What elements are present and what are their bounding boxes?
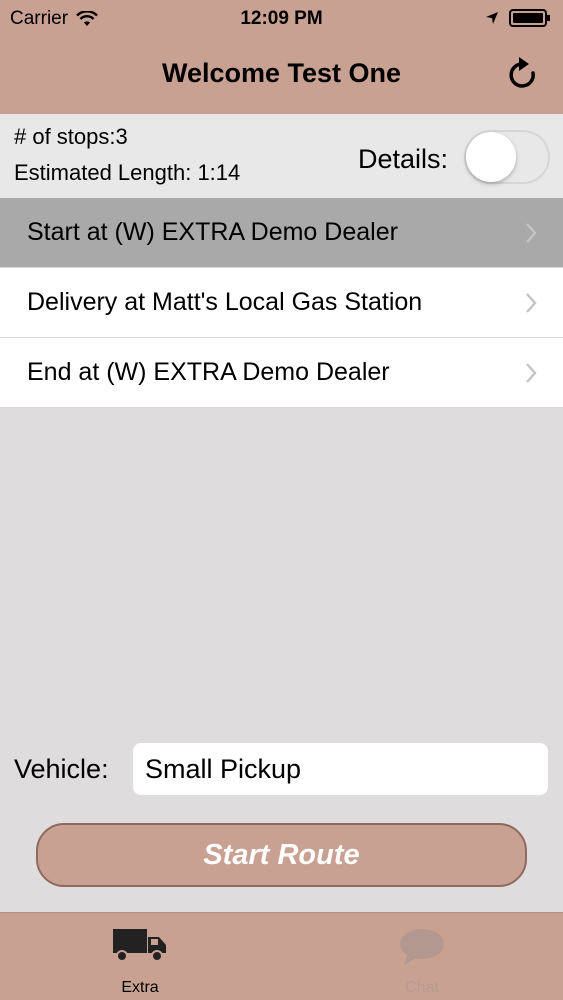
tab-extra[interactable]: Extra: [70, 913, 210, 1000]
status-bar: Carrier 12:09 PM: [0, 0, 563, 38]
refresh-icon[interactable]: [505, 55, 541, 95]
page-title: Welcome Test One: [161, 58, 402, 88]
stops-list: Start at (W) EXTRA Demo Dealer Delivery …: [0, 198, 563, 408]
stop-label: Start at (W) EXTRA Demo Dealer: [27, 218, 398, 246]
header: Carrier 12:09 PM Welcome Test One: [0, 0, 563, 114]
chevron-right-icon: [526, 363, 537, 383]
stop-label: End at (W) EXTRA Demo Dealer: [27, 358, 390, 386]
details-label: Details:: [358, 144, 449, 174]
toggle-knob: [466, 132, 516, 182]
tab-bar: Extra Chat: [0, 912, 563, 1000]
tab-label: Extra: [121, 979, 159, 996]
chat-bubble-icon: [400, 929, 444, 965]
stop-row-delivery[interactable]: Delivery at Matt's Local Gas Station: [0, 268, 563, 338]
truck-icon: [113, 929, 166, 962]
start-route-button[interactable]: Start Route: [36, 823, 527, 887]
vehicle-field[interactable]: [133, 743, 548, 795]
stop-row-start[interactable]: Start at (W) EXTRA Demo Dealer: [0, 198, 563, 268]
chevron-right-icon: [526, 293, 537, 313]
battery-icon: [509, 9, 550, 27]
tab-chat[interactable]: Chat: [352, 913, 492, 1000]
estimated-length: Estimated Length: 1:14: [14, 160, 241, 185]
stops-count: # of stops:3: [14, 124, 128, 149]
stop-row-end[interactable]: End at (W) EXTRA Demo Dealer: [0, 338, 563, 408]
vehicle-label: Vehicle:: [14, 754, 109, 784]
chevron-right-icon: [526, 223, 537, 243]
details-toggle[interactable]: [464, 130, 550, 184]
location-arrow-icon: [486, 12, 498, 24]
tab-label: Chat: [405, 979, 439, 996]
stop-label: Delivery at Matt's Local Gas Station: [27, 288, 423, 316]
status-time: 12:09 PM: [240, 8, 323, 29]
